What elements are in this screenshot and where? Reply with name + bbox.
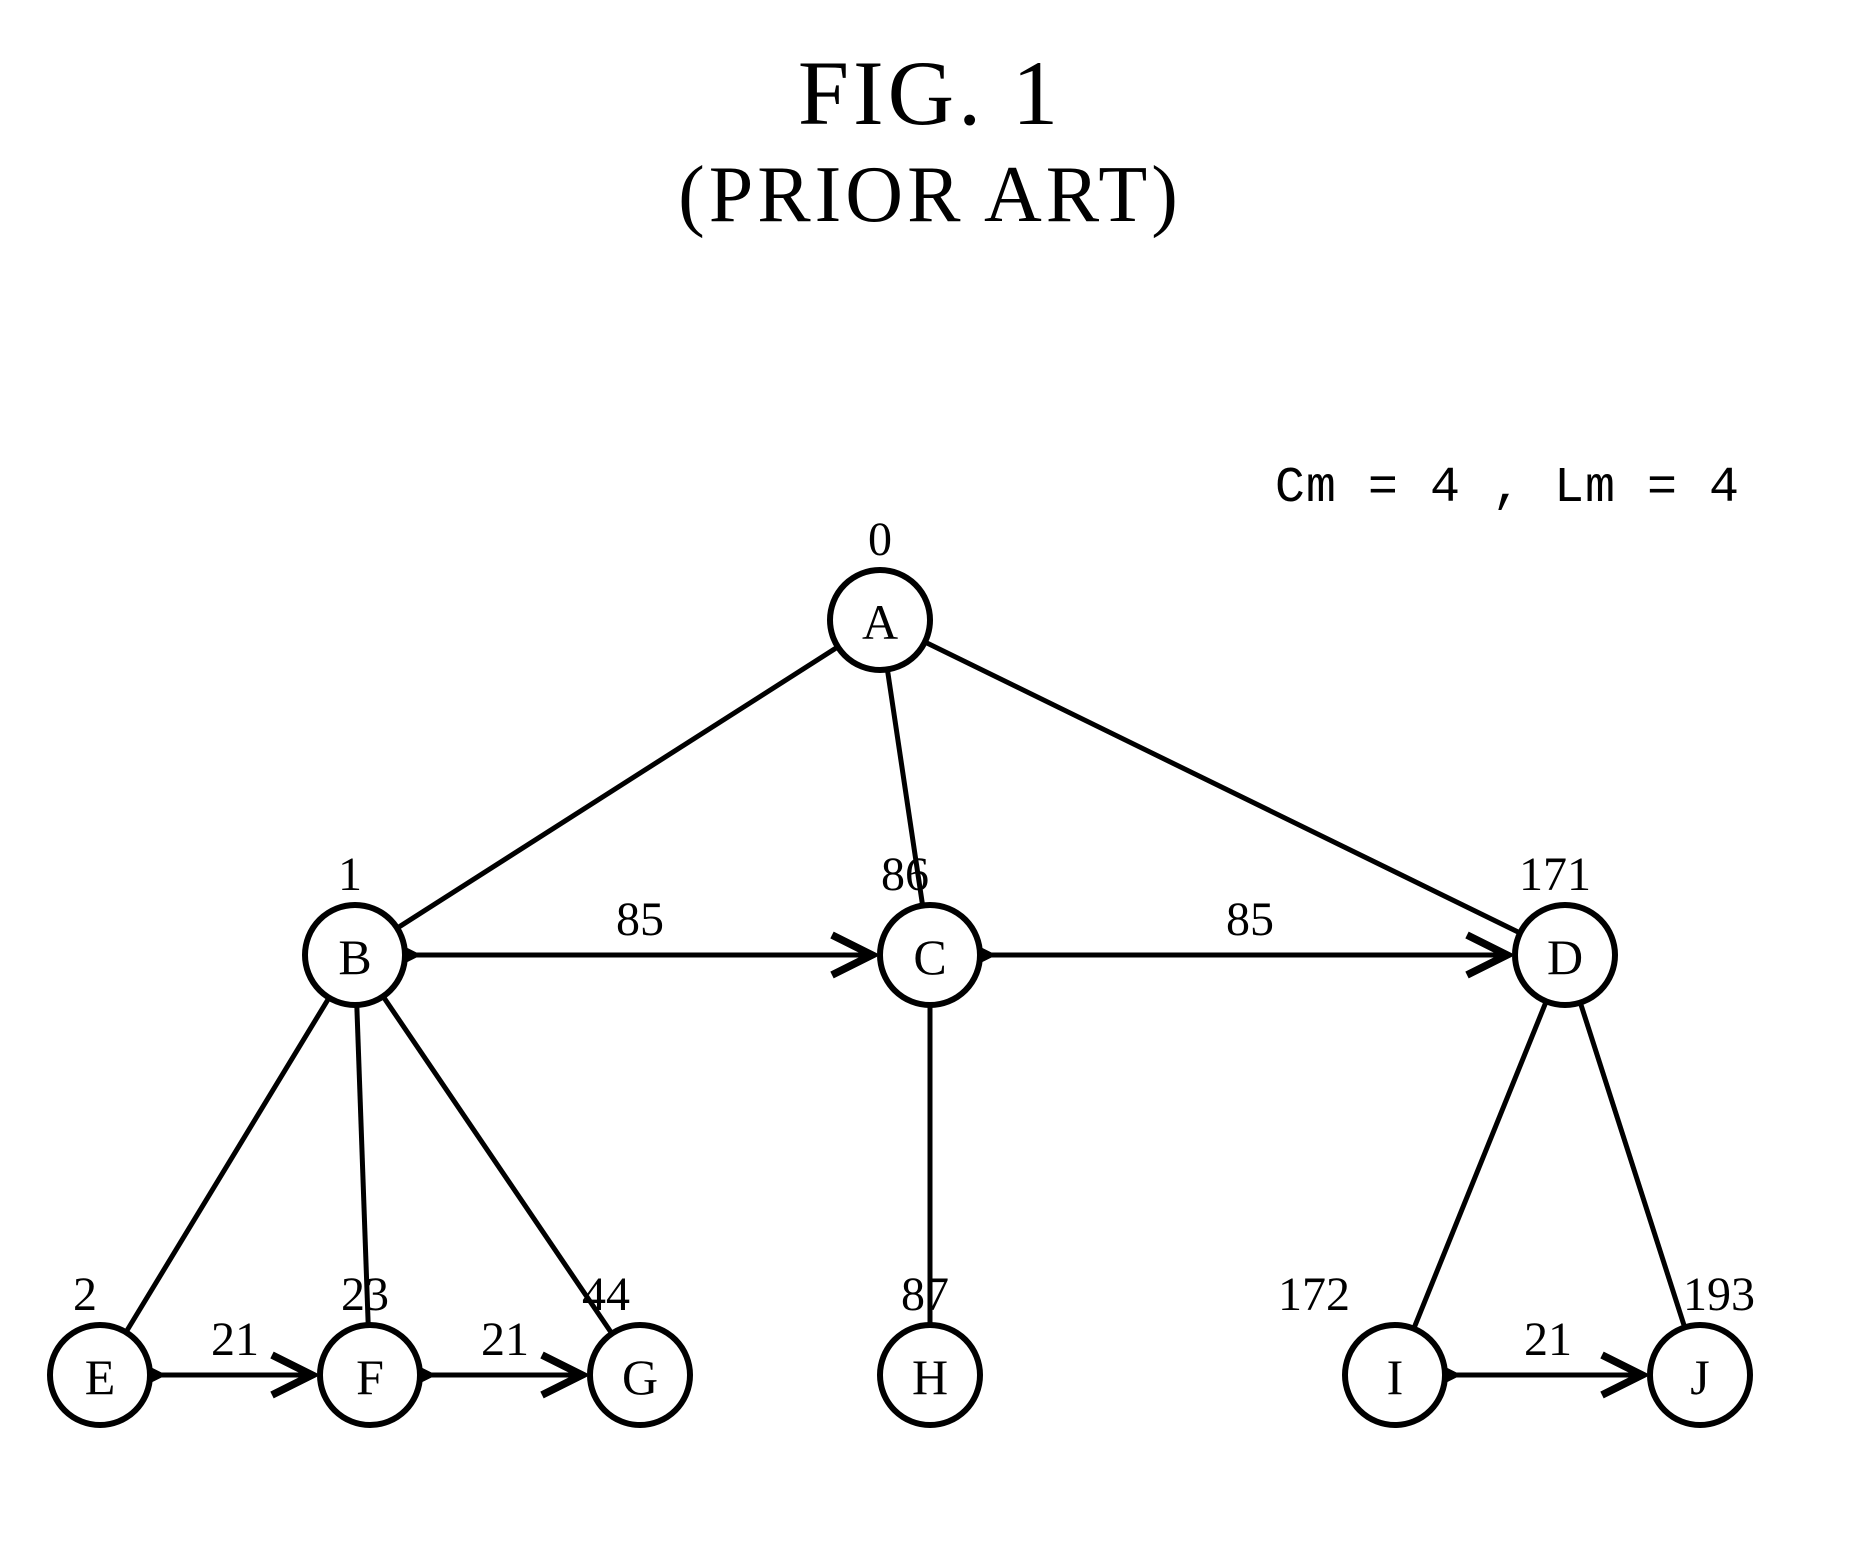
node-label-B: B [338,929,371,985]
node-label-G: G [622,1349,658,1405]
node-label-C: C [913,929,946,985]
node-label-J: J [1690,1349,1709,1405]
edge-label: 21 [211,1313,259,1366]
node-value-H: 87 [901,1268,949,1321]
nodes-layer: A B C D E F G H I J [50,570,1750,1425]
node-label-F: F [356,1349,384,1405]
edge-label: 21 [1524,1313,1572,1366]
node-value-E: 2 [73,1268,97,1321]
node-value-D: 171 [1519,848,1591,901]
node-label-I: I [1387,1349,1404,1405]
node-label-A: A [862,594,898,650]
edge-label: 85 [1226,893,1274,946]
tree-edge [1414,1001,1546,1328]
tree-edge [1580,1003,1684,1328]
edge-label: 21 [481,1313,529,1366]
node-value-B: 1 [338,848,362,901]
node-value-A: 0 [868,513,892,566]
tree-edge [383,996,612,1333]
tree-diagram: 85 85 21 21 21 A B C D E F G H I J 0 1 86 171 2 23 44 87 172 1… [0,0,1860,1543]
node-value-F: 23 [341,1268,389,1321]
node-label-E: E [85,1349,116,1405]
tree-edge [126,998,329,1333]
node-value-G: 44 [582,1268,630,1321]
tree-edge [397,647,838,928]
node-value-I: 172 [1278,1268,1350,1321]
edge-label: 85 [616,893,664,946]
tree-edge [925,642,1520,933]
node-label-D: D [1547,929,1583,985]
node-label-H: H [912,1349,948,1405]
node-value-J: 193 [1683,1268,1755,1321]
node-value-C: 86 [881,848,929,901]
